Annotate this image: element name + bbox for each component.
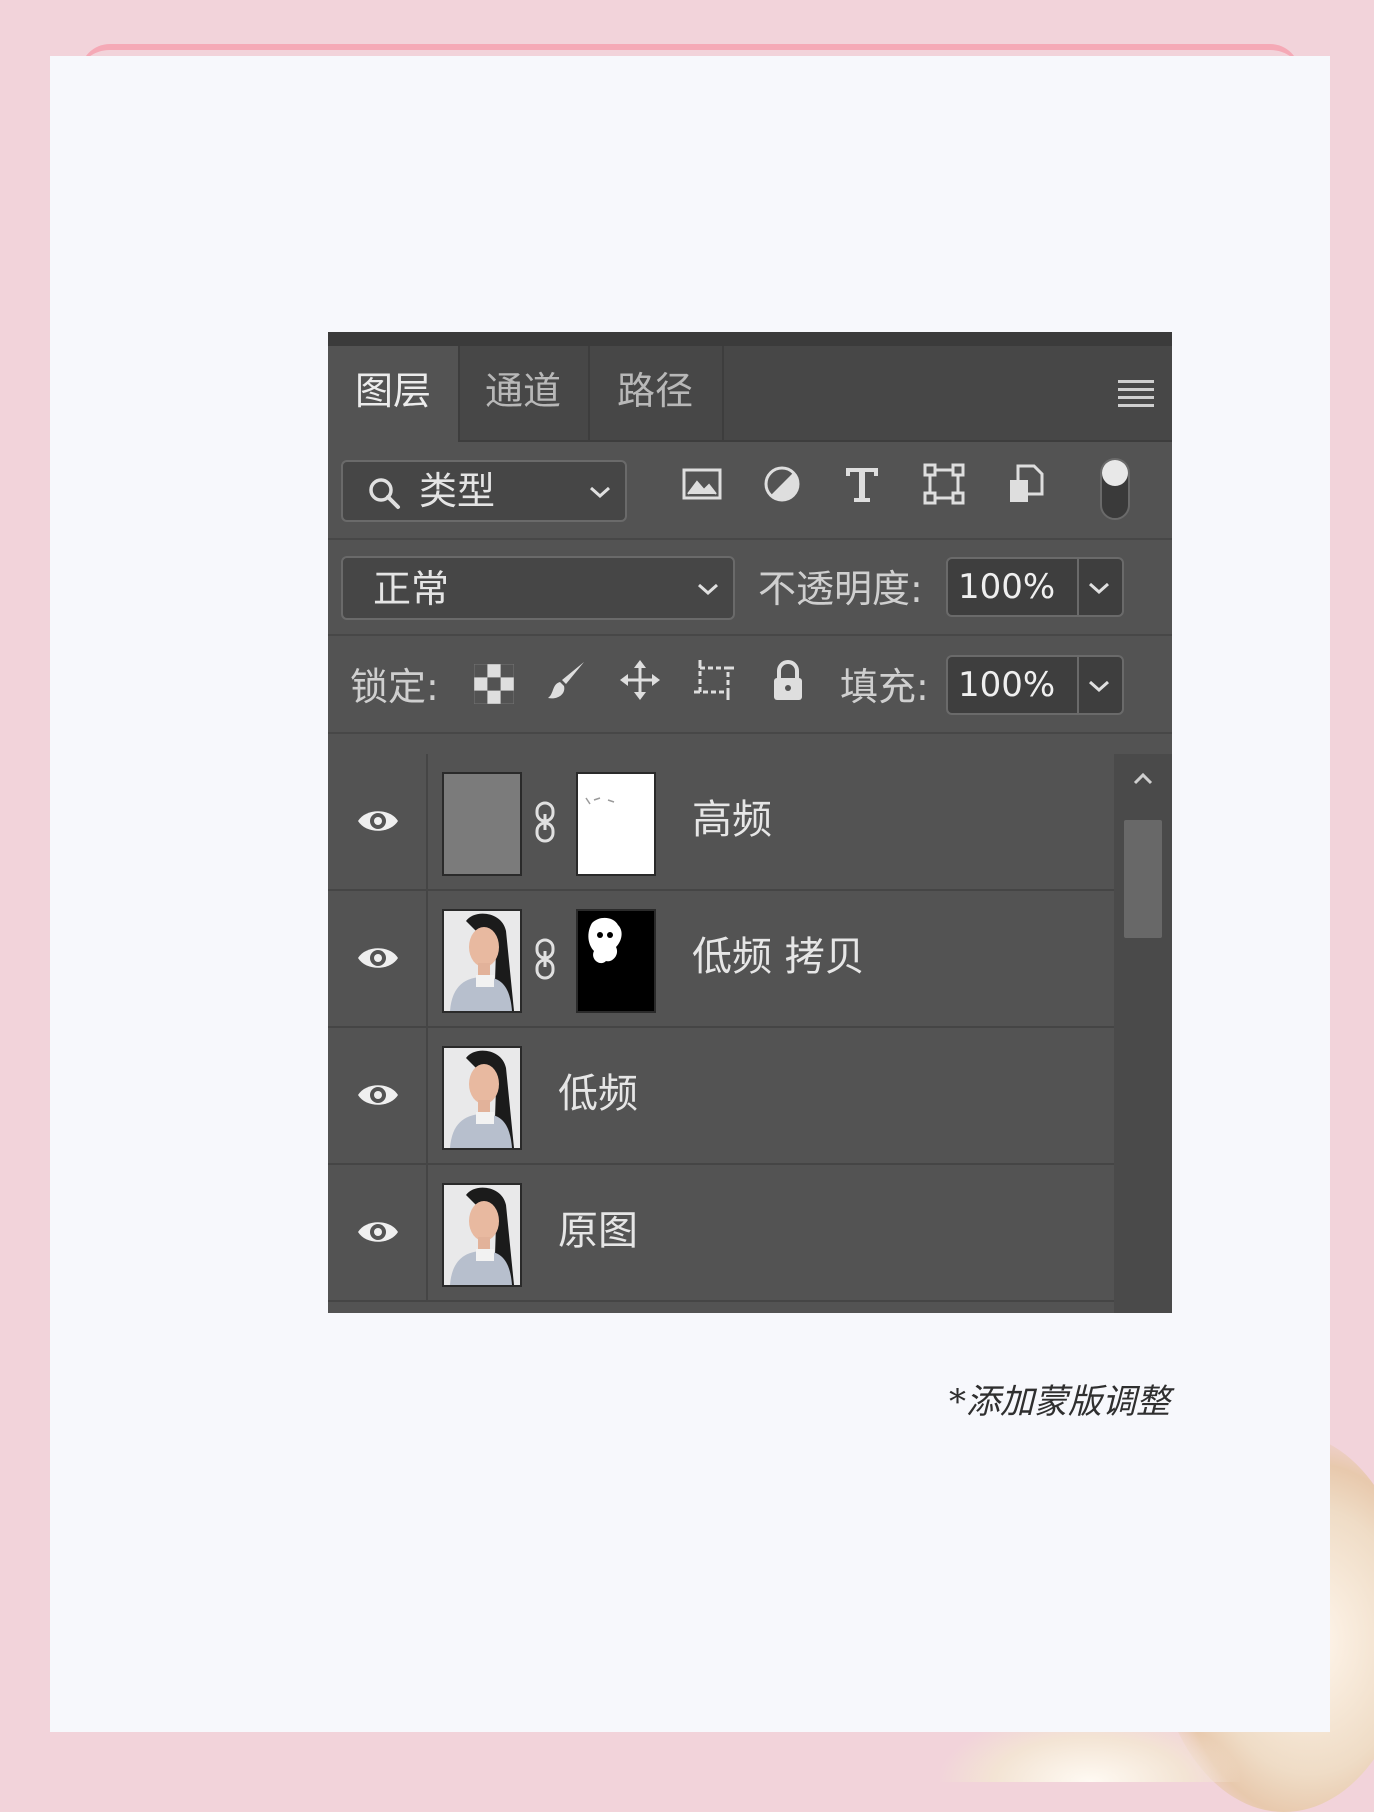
- chain-link-icon[interactable]: [534, 937, 556, 981]
- eye-icon[interactable]: [356, 806, 400, 836]
- adjustment-filter-icon[interactable]: [760, 462, 804, 506]
- field-separator: [1077, 559, 1079, 615]
- fill-field[interactable]: 100%: [946, 655, 1124, 715]
- lock-artboard-icon[interactable]: [692, 658, 736, 702]
- layers-scrollbar[interactable]: [1114, 754, 1172, 1313]
- mask-shape-icon: [588, 917, 622, 964]
- fill-value: 100%: [958, 665, 1056, 705]
- layer-thumbnail: [442, 772, 522, 876]
- eye-icon[interactable]: [356, 943, 400, 973]
- filter-row: 类型: [328, 442, 1172, 540]
- chevron-down-icon: [698, 583, 718, 596]
- tab-paths[interactable]: 路径: [588, 346, 724, 440]
- text-filter-icon[interactable]: [840, 462, 884, 506]
- image-filter-icon[interactable]: [680, 462, 724, 506]
- tab-channels[interactable]: 通道: [458, 346, 590, 440]
- content-card: 图层 通道 路径 类型 正常 不透明度: 100% 锁定: 填充: 100% 高…: [50, 56, 1330, 1732]
- layers-panel: 图层 通道 路径 类型 正常 不透明度: 100% 锁定: 填充: 100% 高…: [328, 332, 1172, 1313]
- layer-name: 低频 拷贝: [692, 934, 865, 980]
- blend-mode-dropdown[interactable]: 正常: [341, 556, 735, 620]
- portrait-icon: [450, 1187, 514, 1285]
- blend-mode-value: 正常: [373, 567, 450, 611]
- layer-mask-thumbnail[interactable]: [576, 909, 656, 1013]
- layer-thumbnail: [442, 1046, 522, 1150]
- layer-row[interactable]: 高频: [328, 754, 1114, 891]
- lock-row: 锁定: 填充: 100%: [328, 636, 1172, 734]
- chevron-up-icon[interactable]: [1132, 772, 1154, 786]
- fill-label: 填充:: [840, 665, 929, 709]
- eye-icon[interactable]: [356, 1080, 400, 1110]
- filter-kind-value: 类型: [419, 469, 496, 513]
- layer-name: 低频: [558, 1071, 638, 1117]
- mask-detail-icon: [585, 797, 615, 805]
- opacity-value: 100%: [958, 567, 1056, 607]
- filter-kind-dropdown[interactable]: 类型: [341, 460, 627, 522]
- lock-all-icon[interactable]: [766, 658, 810, 702]
- opacity-label: 不透明度:: [758, 567, 923, 611]
- search-icon: [369, 478, 400, 509]
- chevron-down-icon: [590, 486, 610, 499]
- layer-row[interactable]: 低频: [328, 1028, 1114, 1165]
- field-separator: [1077, 657, 1079, 713]
- caption-text: *添加蒙版调整: [949, 1382, 1170, 1422]
- panel-tab-bar: 图层 通道 路径: [328, 346, 1172, 442]
- visibility-column: [328, 891, 428, 1026]
- layer-thumbnail: [442, 1183, 522, 1287]
- tab-layers[interactable]: 图层: [328, 346, 460, 442]
- lock-image-icon[interactable]: [544, 658, 588, 702]
- eye-icon[interactable]: [356, 1217, 400, 1247]
- shape-filter-icon[interactable]: [922, 462, 966, 506]
- portrait-icon: [450, 1050, 514, 1148]
- layer-thumbnail: [442, 909, 522, 1013]
- layer-row[interactable]: 原图: [328, 1165, 1114, 1302]
- filter-toggle-icon[interactable]: [1098, 456, 1132, 522]
- scroll-thumb[interactable]: [1124, 820, 1162, 938]
- lock-transparent-icon[interactable]: [472, 662, 516, 706]
- panel-menu-icon[interactable]: [1118, 380, 1154, 408]
- layer-name: 高频: [692, 797, 772, 843]
- layer-name: 原图: [558, 1208, 638, 1254]
- layer-mask-thumbnail[interactable]: [576, 772, 656, 876]
- portrait-icon: [450, 913, 514, 1011]
- opacity-field[interactable]: 100%: [946, 557, 1124, 617]
- chevron-down-icon[interactable]: [1086, 657, 1112, 713]
- blend-row: 正常 不透明度: 100%: [328, 540, 1172, 636]
- layer-row[interactable]: 低频 拷贝: [328, 891, 1114, 1028]
- visibility-column: [328, 754, 428, 889]
- chevron-down-icon[interactable]: [1086, 559, 1112, 615]
- lock-position-icon[interactable]: [618, 658, 662, 702]
- lock-label: 锁定:: [350, 665, 439, 709]
- chain-link-icon[interactable]: [534, 800, 556, 844]
- visibility-column: [328, 1028, 428, 1163]
- layers-list: 高频 低频 拷贝 低频 原图: [328, 754, 1114, 1313]
- visibility-column: [328, 1165, 428, 1300]
- smart-object-filter-icon[interactable]: [1004, 462, 1048, 506]
- panel-top-bar: [328, 332, 1172, 346]
